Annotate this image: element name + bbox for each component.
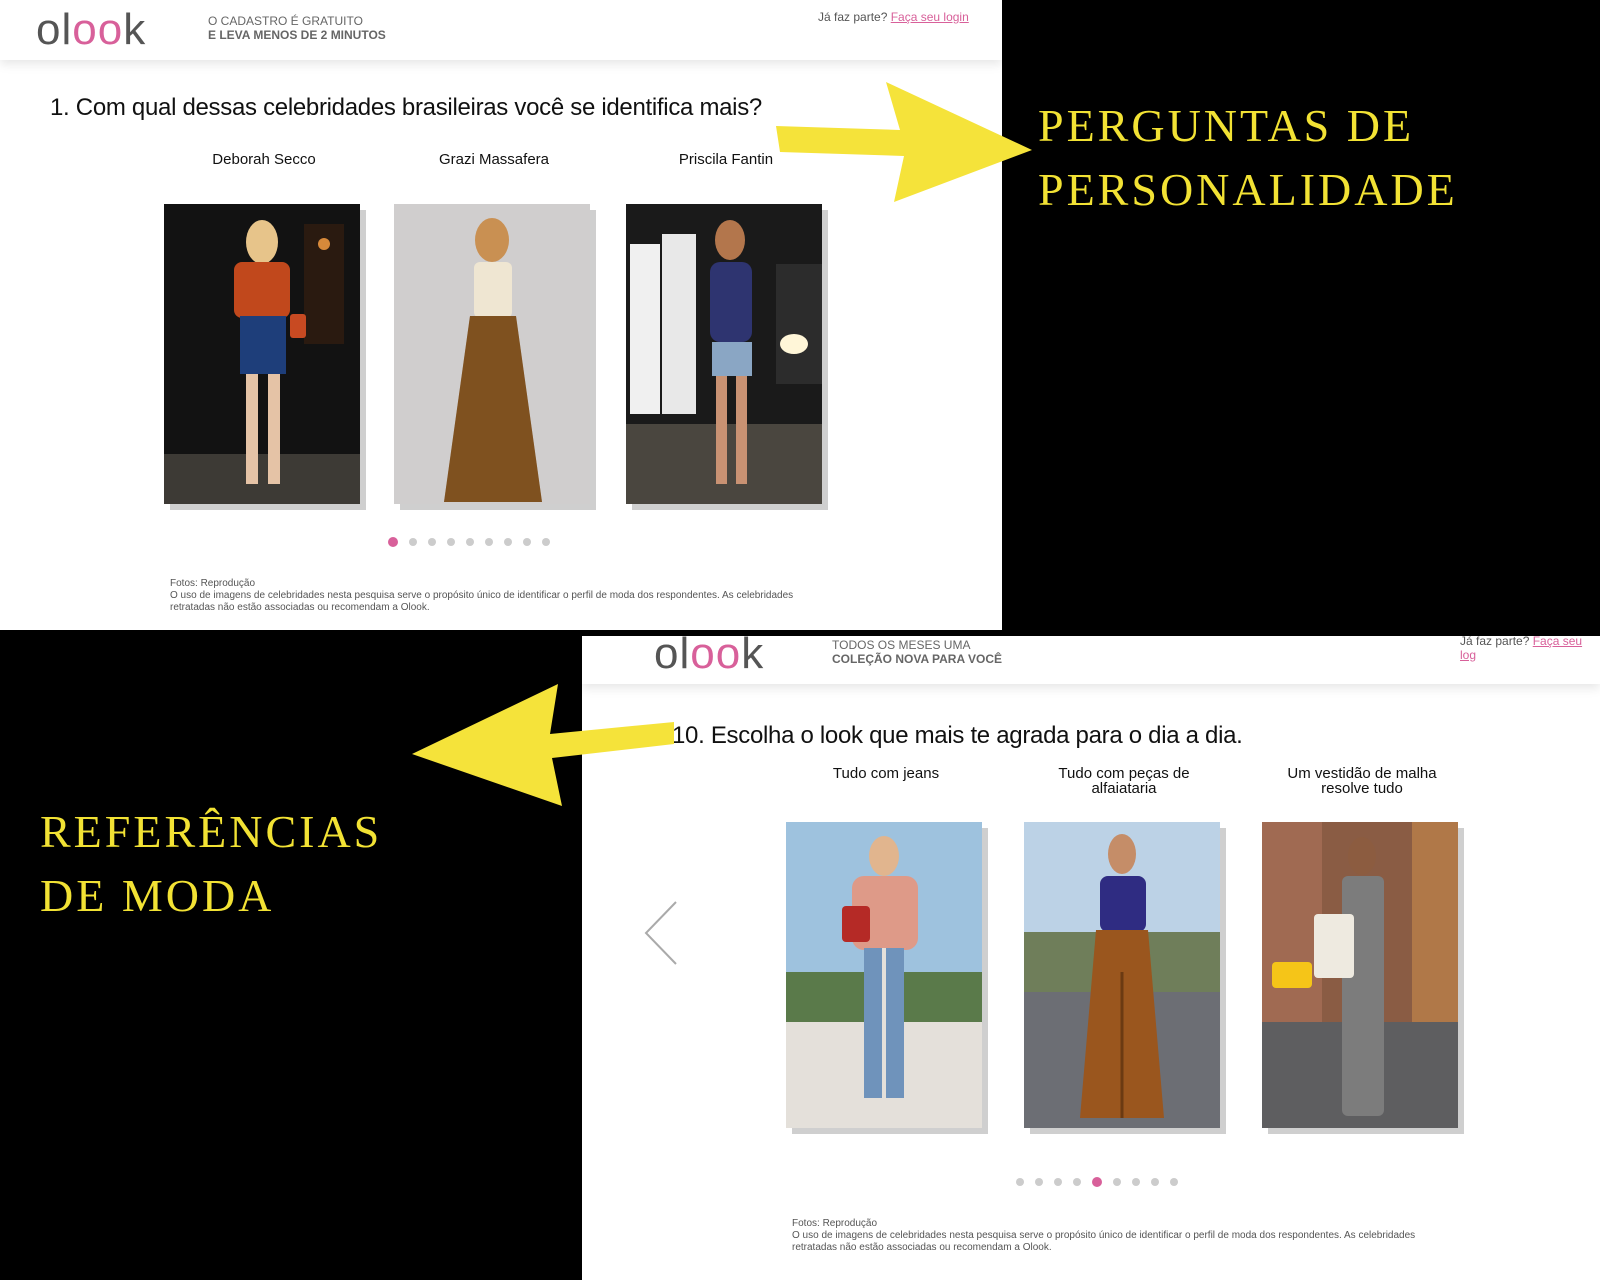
- login-prompt-text: Já faz parte?: [818, 10, 888, 24]
- caption-line-1: PERGUNTAS DE: [1038, 100, 1415, 151]
- pagination-dot[interactable]: [409, 538, 417, 546]
- pagination-dot[interactable]: [1054, 1178, 1062, 1186]
- pagination-dot[interactable]: [504, 538, 512, 546]
- pagination-dot[interactable]: [466, 538, 474, 546]
- tagline-line-1: TODOS OS MESES UMA: [832, 638, 971, 652]
- caption-line-1: REFERÊNCIAS: [40, 806, 383, 857]
- tagline-line-2: COLEÇÃO NOVA PARA VOCÊ: [832, 652, 1003, 666]
- celebrity-photo[interactable]: [626, 204, 822, 504]
- olook-logo[interactable]: olook: [654, 636, 764, 676]
- pagination-dot[interactable]: [388, 537, 398, 547]
- pagination-dot[interactable]: [1151, 1178, 1159, 1186]
- tagline-line-2: E LEVA MENOS DE 2 MINUTOS: [208, 28, 386, 42]
- personality-questions-caption: PERGUNTAS DE PERSONALIDADE: [1038, 94, 1558, 222]
- pagination-dot[interactable]: [523, 538, 531, 546]
- option-vestidao-de-malha[interactable]: Um vestidão de malha resolve tudo: [1262, 765, 1462, 1128]
- pagination-dot[interactable]: [1073, 1178, 1081, 1186]
- pagination-dot[interactable]: [1035, 1178, 1043, 1186]
- option-tudo-com-alfaiataria[interactable]: Tudo com peças de alfaiataria: [1024, 765, 1224, 1128]
- pagination-dot[interactable]: [1092, 1177, 1102, 1187]
- footnote-credit: Fotos: Reprodução: [170, 578, 256, 589]
- site-header: olook TODOS OS MESES UMA COLEÇÃO NOVA PA…: [582, 636, 1600, 684]
- header-tagline: TODOS OS MESES UMA COLEÇÃO NOVA PARA VOC…: [832, 638, 1002, 666]
- pagination-dot[interactable]: [1170, 1178, 1178, 1186]
- option-label: Deborah Secco: [212, 151, 316, 168]
- survey-screen-fashion: olook TODOS OS MESES UMA COLEÇÃO NOVA PA…: [582, 636, 1600, 1280]
- site-header: olook O CADASTRO É GRATUITO E LEVA MENOS…: [0, 0, 1002, 60]
- arrow-left-pointing-right-icon: [776, 82, 1032, 202]
- tagline-line-1: O CADASTRO É GRATUITO: [208, 14, 363, 28]
- pagination-dots: [1016, 1177, 1178, 1187]
- login-link[interactable]: Faça seu login: [891, 10, 969, 24]
- look-photo[interactable]: [786, 822, 982, 1128]
- option-deborah-secco[interactable]: Deborah Secco: [164, 151, 364, 504]
- celebrity-photo[interactable]: [394, 204, 590, 504]
- logo-text: ol: [654, 636, 691, 678]
- option-tudo-com-jeans[interactable]: Tudo com jeans: [786, 765, 986, 1128]
- option-label: Tudo com peças de alfaiataria: [1058, 765, 1190, 797]
- footnote-disclaimer: O uso de imagens de celebridades nesta p…: [792, 1230, 1416, 1253]
- look-photo[interactable]: [1262, 822, 1458, 1128]
- logo-text-end: k: [741, 636, 765, 678]
- logo-text-end: k: [123, 5, 147, 54]
- question-title: 10. Escolha o look que mais te agrada pa…: [672, 722, 1243, 749]
- footnote-disclaimer: O uso de imagens de celebridades nesta p…: [170, 590, 794, 613]
- option-label: Um vestidão de malha resolve tudo: [1287, 765, 1437, 797]
- olook-logo[interactable]: olook: [36, 8, 146, 52]
- arrow-pointing-left-icon: [412, 684, 674, 806]
- header-tagline: O CADASTRO É GRATUITO E LEVA MENOS DE 2 …: [208, 14, 386, 42]
- pagination-dot[interactable]: [542, 538, 550, 546]
- pagination-dot[interactable]: [447, 538, 455, 546]
- option-label: Tudo com jeans: [832, 765, 940, 782]
- login-prompt: Já faz parte? Faça seu login: [818, 10, 969, 24]
- option-label: Grazi Massafera: [438, 151, 550, 168]
- chevron-left-icon[interactable]: [642, 898, 682, 968]
- question-title: 1. Com qual dessas celebridades brasilei…: [50, 94, 762, 121]
- caption-line-2: PERSONALIDADE: [1038, 164, 1458, 215]
- logo-text: ol: [36, 5, 73, 54]
- photo-credit-footnote: Fotos: Reprodução O uso de imagens de ce…: [170, 578, 830, 614]
- pagination-dot[interactable]: [1016, 1178, 1024, 1186]
- option-grazi-massafera[interactable]: Grazi Massafera: [394, 151, 594, 504]
- photo-credit-footnote: Fotos: Reprodução O uso de imagens de ce…: [792, 1218, 1452, 1254]
- fashion-references-caption: REFERÊNCIAS DE MODA: [40, 800, 520, 928]
- footnote-credit: Fotos: Reprodução: [792, 1218, 878, 1229]
- logo-infinity: oo: [690, 636, 742, 678]
- pagination-dot[interactable]: [485, 538, 493, 546]
- caption-line-2: DE MODA: [40, 870, 275, 921]
- logo-infinity: oo: [72, 5, 124, 54]
- login-prompt: Já faz parte? Faça seu log: [1460, 636, 1600, 662]
- pagination-dot[interactable]: [428, 538, 436, 546]
- celebrity-photo[interactable]: [164, 204, 360, 504]
- pagination-dot[interactable]: [1113, 1178, 1121, 1186]
- login-prompt-text: Já faz parte?: [1460, 636, 1530, 648]
- look-photo[interactable]: [1024, 822, 1220, 1128]
- pagination-dot[interactable]: [1132, 1178, 1140, 1186]
- pagination-dots: [388, 537, 550, 547]
